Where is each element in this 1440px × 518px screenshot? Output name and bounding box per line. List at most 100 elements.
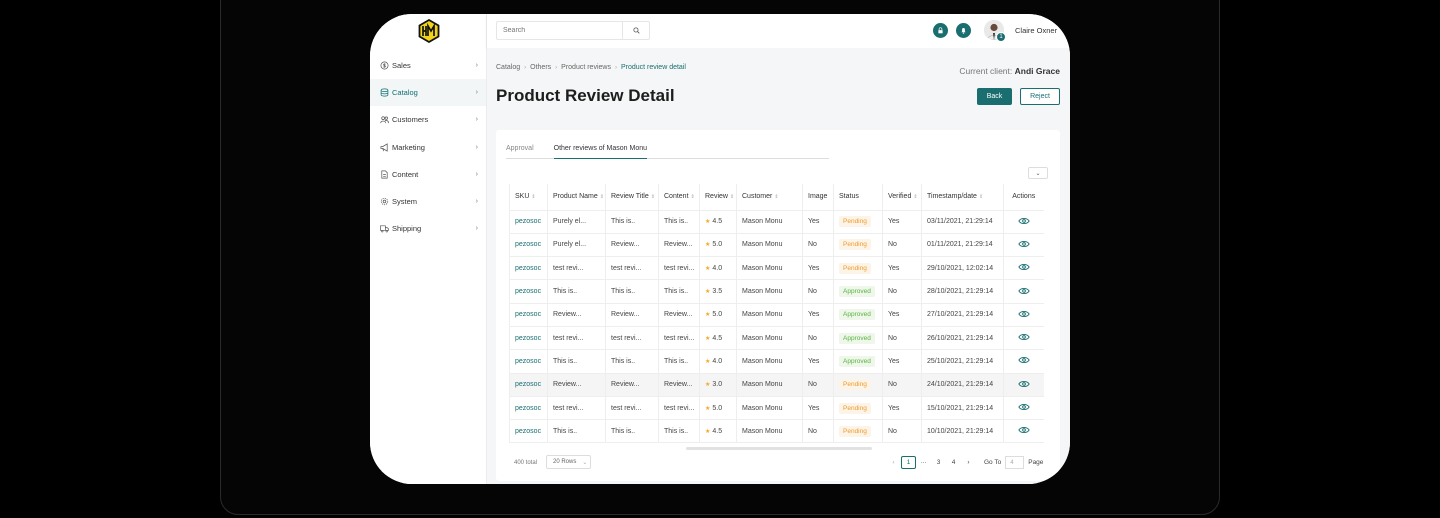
tab-approval[interactable]: Approval — [506, 140, 534, 158]
view-button[interactable] — [1003, 396, 1044, 421]
cell-sku[interactable]: pezosoc — [509, 326, 548, 351]
view-button[interactable] — [1003, 233, 1044, 258]
cell-content: Review... — [658, 233, 700, 258]
current-client-name: Andi Grace — [1014, 66, 1060, 76]
header-label: Status — [839, 193, 859, 201]
status-badge: Pending — [839, 239, 871, 251]
cell-sku[interactable]: pezosoc — [509, 233, 548, 258]
prev-page-button[interactable]: ‹ — [886, 456, 901, 469]
cell-status: Approved — [833, 303, 883, 327]
view-button[interactable] — [1003, 326, 1044, 351]
current-client-label: Current client: — [959, 66, 1013, 76]
reject-button[interactable]: Reject — [1020, 88, 1060, 105]
tab-other-reviews[interactable]: Other reviews of Mason Monu — [553, 140, 648, 159]
sidebar-item-content[interactable]: Content › — [370, 161, 486, 188]
view-button[interactable] — [1003, 303, 1044, 327]
sidebar-item-catalog[interactable]: Catalog › — [370, 79, 486, 107]
bell-icon — [961, 28, 966, 34]
cell-timestamp: 26/10/2021, 21:29:14 — [921, 326, 1004, 351]
chevron-right-icon: › — [555, 64, 558, 71]
header-label: Review Title — [611, 193, 649, 201]
eye-icon — [1018, 217, 1030, 224]
page-ellipsis[interactable]: ··· — [916, 456, 931, 469]
sort-icon: ⇕ — [774, 194, 779, 201]
page-label: Page — [1028, 459, 1044, 466]
view-button[interactable] — [1003, 373, 1044, 397]
header-label: Timestamp/date — [927, 193, 977, 201]
cell-sku[interactable]: pezosoc — [509, 256, 548, 281]
star-icon: ★ — [705, 312, 711, 319]
cell-verified: Yes — [882, 256, 922, 281]
column-header-content[interactable]: Content ⇕ — [658, 184, 700, 211]
column-header-verified[interactable]: Verified ⇕ — [882, 184, 922, 211]
column-options-button[interactable]: ⌄ — [1028, 167, 1048, 179]
column-header-review-title[interactable]: Review Title ⇕ — [605, 184, 659, 211]
gear-icon — [380, 197, 389, 206]
page-button-4[interactable]: 4 — [946, 456, 961, 469]
user-name[interactable]: Claire Oxner — [1015, 26, 1057, 35]
view-button[interactable] — [1003, 349, 1044, 374]
view-button[interactable] — [1003, 210, 1044, 234]
sidebar-item-system[interactable]: System › — [370, 188, 486, 215]
view-button[interactable] — [1003, 256, 1044, 281]
page-button-1[interactable]: 1 — [901, 456, 916, 469]
star-icon: ★ — [705, 335, 711, 342]
cell-sku[interactable]: pezosoc — [509, 279, 548, 304]
cell-review-title: test revi... — [605, 256, 659, 281]
search-icon — [633, 27, 640, 34]
cell-sku[interactable]: pezosoc — [509, 349, 548, 374]
cell-status: Approved — [833, 349, 883, 374]
page-button-3[interactable]: 3 — [931, 456, 946, 469]
cell-timestamp: 27/10/2021, 21:29:14 — [921, 303, 1004, 327]
cell-sku[interactable]: pezosoc — [509, 419, 548, 444]
cell-review-title: Review... — [605, 303, 659, 327]
sort-icon: ⇕ — [599, 194, 604, 201]
search-input[interactable] — [497, 22, 623, 39]
column-header-sku[interactable]: SKU ⇕ — [509, 184, 548, 211]
rows-per-page-select[interactable]: 20 Rows ⌄ — [546, 455, 591, 469]
avatar-badge: 1 — [996, 32, 1006, 42]
sidebar-item-marketing[interactable]: Marketing › — [370, 134, 486, 161]
cell-review: ★ 4.5 — [699, 326, 737, 351]
breadcrumb-others[interactable]: Others — [530, 64, 551, 71]
header-label: SKU — [515, 193, 530, 201]
pagination: ‹ 1 ··· 3 4 › Go To 4 Page — [886, 456, 1043, 469]
status-badge: Approved — [839, 332, 875, 344]
column-header-customer[interactable]: Customer ⇕ — [736, 184, 803, 211]
header-label: Customer — [742, 193, 773, 201]
horizontal-scrollbar[interactable] — [686, 447, 872, 450]
notification-button[interactable] — [956, 23, 971, 38]
cell-sku[interactable]: pezosoc — [509, 303, 548, 327]
chevron-right-icon: › — [967, 459, 970, 466]
sidebar-item-sales[interactable]: Sales › — [370, 52, 486, 79]
cell-review: ★ 5.0 — [699, 396, 737, 421]
column-header-review[interactable]: Review ⇕ — [699, 184, 737, 211]
cell-image: Yes — [802, 303, 834, 327]
breadcrumb-product-reviews[interactable]: Product reviews — [561, 64, 611, 71]
column-header-timestamp[interactable]: Timestamp/date ⇕ — [921, 184, 1004, 211]
cell-verified: No — [882, 419, 922, 444]
sidebar-item-customers[interactable]: Customers › — [370, 106, 486, 133]
cell-sku[interactable]: pezosoc — [509, 373, 548, 397]
topbar: 1 Claire Oxner — [487, 14, 1070, 48]
eye-icon — [1018, 403, 1030, 411]
cell-image: Yes — [802, 349, 834, 374]
sidebar-item-shipping[interactable]: Shipping › — [370, 215, 486, 242]
back-button[interactable]: Back — [977, 88, 1012, 105]
cell-sku[interactable]: pezosoc — [509, 210, 548, 234]
search-button[interactable] — [622, 22, 649, 39]
view-button[interactable] — [1003, 419, 1044, 444]
column-header-product-name[interactable]: Product Name ⇕ — [547, 184, 606, 211]
goto-page-input[interactable]: 4 — [1005, 456, 1025, 469]
cell-product-name: Review... — [547, 373, 606, 397]
cell-content: test revi... — [658, 326, 700, 351]
cell-sku[interactable]: pezosoc — [509, 396, 548, 421]
lock-button[interactable] — [933, 23, 948, 38]
view-button[interactable] — [1003, 279, 1044, 304]
rating-value: 5.0 — [712, 241, 723, 249]
next-page-button[interactable]: › — [961, 456, 976, 469]
sort-icon: ⇕ — [650, 194, 655, 201]
breadcrumb-catalog[interactable]: Catalog — [496, 64, 520, 71]
eye-icon — [1018, 357, 1030, 364]
chevron-right-icon: › — [475, 116, 478, 124]
